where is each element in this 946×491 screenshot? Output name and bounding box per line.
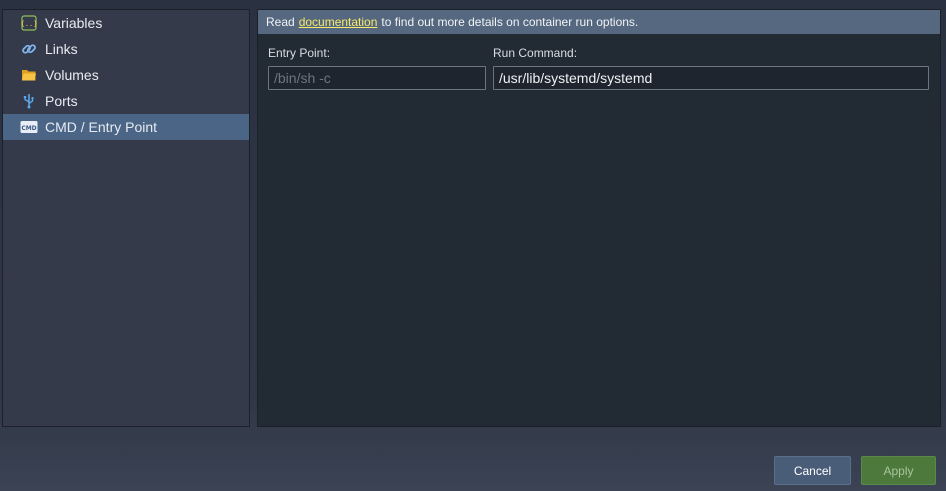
sidebar-item-label: Links <box>45 41 78 57</box>
sidebar-item-label: Volumes <box>45 67 99 83</box>
sidebar-item-links[interactable]: Links <box>3 36 249 62</box>
main-panel: Read documentation to find out more deta… <box>257 9 941 427</box>
dialog-footer: Cancel Apply <box>0 430 946 491</box>
apply-button[interactable]: Apply <box>861 456 936 485</box>
sidebar-item-label: CMD / Entry Point <box>45 119 158 135</box>
sidebar: {..} Variables Links Volumes Ports CMD C… <box>2 9 250 427</box>
sidebar-item-ports[interactable]: Ports <box>3 88 249 114</box>
documentation-link[interactable]: documentation <box>299 15 378 29</box>
link-icon <box>20 40 38 58</box>
info-suffix: to find out more details on container ru… <box>381 15 639 29</box>
cmd-icon: CMD <box>20 118 38 136</box>
run-command-input[interactable] <box>493 66 929 90</box>
svg-text:{..}: {..} <box>21 20 37 28</box>
sidebar-item-label: Variables <box>45 15 103 31</box>
sidebar-item-label: Ports <box>45 93 78 109</box>
sidebar-item-variables[interactable]: {..} Variables <box>3 10 249 36</box>
info-bar: Read documentation to find out more deta… <box>258 10 940 34</box>
sidebar-item-cmd-entry-point[interactable]: CMD CMD / Entry Point <box>3 114 249 140</box>
sidebar-item-volumes[interactable]: Volumes <box>3 62 249 88</box>
folder-icon <box>20 66 38 84</box>
cancel-button[interactable]: Cancel <box>774 456 851 485</box>
usb-port-icon <box>20 92 38 110</box>
svg-text:CMD: CMD <box>21 125 36 132</box>
entry-point-input[interactable] <box>268 66 486 90</box>
run-command-label: Run Command: <box>493 46 578 60</box>
info-prefix: Read <box>266 15 295 29</box>
variables-icon: {..} <box>20 14 38 32</box>
entry-point-label: Entry Point: <box>268 46 331 60</box>
